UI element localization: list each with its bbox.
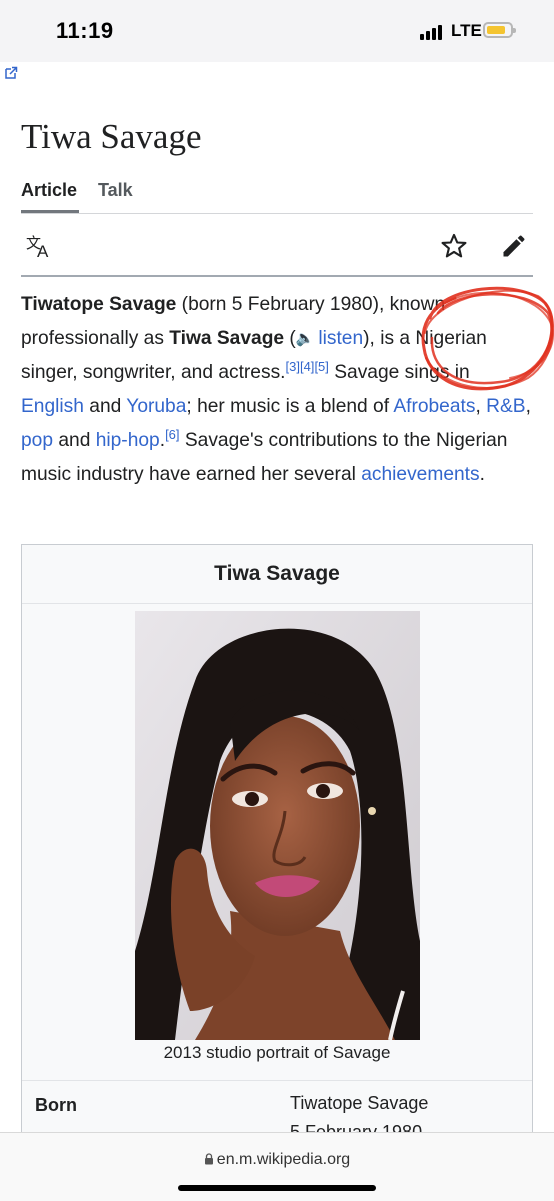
home-indicator[interactable] [178,1185,376,1191]
link-yoruba[interactable]: Yoruba [126,396,186,417]
network-label: LTE [451,21,482,40]
lead-text: , [525,396,531,417]
lead-text: ( [284,328,296,349]
page-title: Tiwa Savage [21,117,202,156]
bold-name: Tiwatope Savage [21,294,177,315]
born-label: Born [35,1095,77,1115]
url-text: en.m.wikipedia.org [216,1151,351,1168]
infobox-title: Tiwa Savage [22,545,532,604]
lead-text: and [53,430,96,451]
speaker-icon[interactable]: 🔈 [296,322,315,356]
reference-link[interactable]: [3] [286,359,300,374]
lead-text: . [479,464,485,485]
tab-article[interactable]: Article [21,180,77,201]
link-rnb[interactable]: R&B [486,396,525,417]
signal-icon [420,24,446,40]
link-english[interactable]: English [21,396,84,417]
bold-stage-name: Tiwa Savage [169,328,285,349]
link-hip-hop[interactable]: hip-hop [96,430,160,451]
link-pop[interactable]: pop [21,430,53,451]
portrait-image[interactable] [135,611,420,1040]
external-link-icon[interactable] [4,66,18,80]
reference-link[interactable]: [6] [165,427,179,442]
link-achievements[interactable]: achievements [361,464,479,485]
translate-icon[interactable]: 文 A [26,232,54,260]
battery-icon [483,22,516,38]
lead-paragraph: Tiwatope Savage (born 5 February 1980), … [21,288,536,492]
lead-text: Savage sings in [328,362,470,383]
image-caption: 2013 studio portrait of Savage [163,1043,391,1062]
browser-url-bar[interactable]: en.m.wikipedia.org [0,1132,554,1201]
url-display[interactable]: en.m.wikipedia.org [0,1151,554,1169]
status-time: 11:19 [56,18,114,43]
lock-icon [204,1153,213,1165]
reference-link[interactable]: [5] [314,359,328,374]
status-bar: 11:19 LTE [0,0,554,62]
infobox-divider [22,1080,532,1081]
pencil-icon[interactable] [500,232,528,260]
listen-link[interactable]: listen [318,328,363,349]
born-name: Tiwatope Savage [290,1093,429,1113]
infobox: Tiwa Savage 2013 studio portrait of Sava… [21,544,533,1164]
svg-text:A: A [37,242,49,260]
link-afrobeats[interactable]: Afrobeats [393,396,475,417]
lead-text: and [83,396,127,417]
actions-divider [21,275,533,277]
lead-text: , [475,396,487,417]
lead-text: ; her music is a blend of [186,396,394,417]
star-icon[interactable] [440,232,468,260]
tabs-divider [21,213,533,214]
reference-link[interactable]: [4] [300,359,314,374]
tab-talk[interactable]: Talk [98,180,133,201]
